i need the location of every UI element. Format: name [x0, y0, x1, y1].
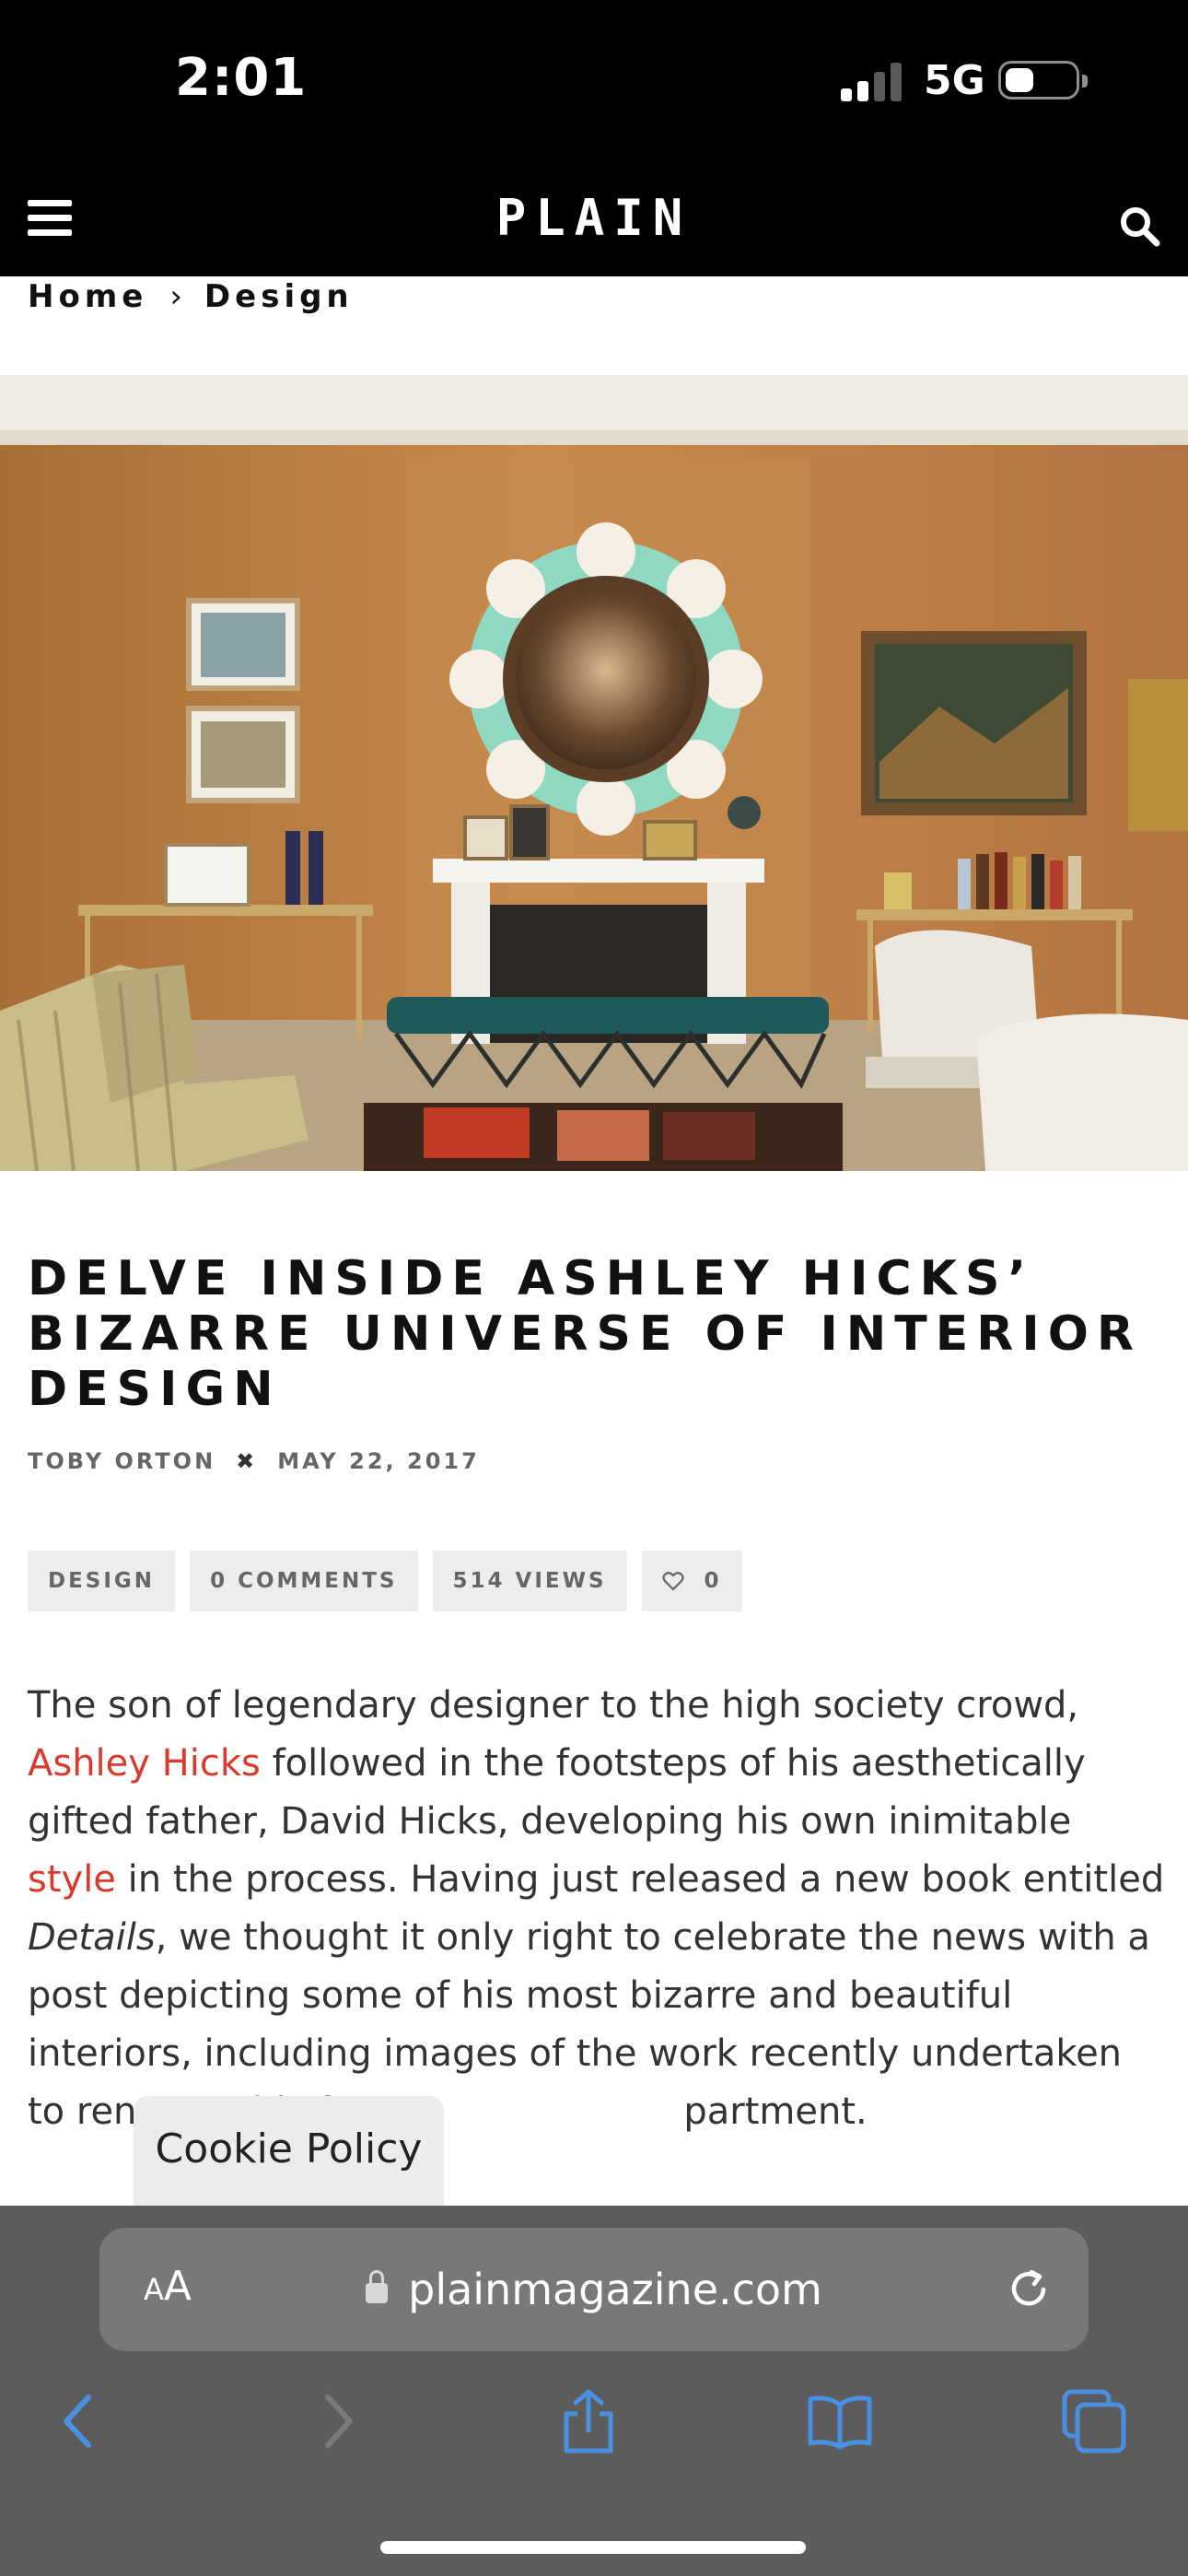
- article-title: DELVE INSIDE ASHLEY HICKS’ BIZARRE UNIVE…: [28, 1251, 1142, 1417]
- status-bar: 2:01 5G: [0, 0, 1188, 152]
- share-icon[interactable]: [555, 2388, 622, 2454]
- network-type: 5G: [924, 57, 985, 104]
- signal-strength-icon: [841, 61, 905, 101]
- article-body: The son of legendary designer to the hig…: [28, 1677, 1170, 2141]
- site-logo[interactable]: PLAIN: [0, 189, 1188, 247]
- ashley-hicks-link[interactable]: Ashley Hicks: [28, 1742, 261, 1785]
- status-time: 2:01: [175, 48, 308, 108]
- lock-icon: [366, 2269, 389, 2303]
- heart-icon: [661, 1572, 684, 1591]
- battery-icon: [998, 61, 1088, 100]
- comments-count[interactable]: 0 COMMENTS: [190, 1551, 418, 1611]
- like-button[interactable]: 0: [641, 1551, 742, 1611]
- breadcrumb-home[interactable]: Home: [28, 278, 147, 315]
- address-bar[interactable]: AA plainmagazine.com: [99, 2228, 1089, 2351]
- author-name[interactable]: TOBY ORTON: [28, 1448, 215, 1474]
- bookmarks-icon[interactable]: [807, 2388, 873, 2454]
- views-count: 514 VIEWS: [432, 1551, 627, 1611]
- breadcrumb: Home › Design: [28, 278, 354, 315]
- breadcrumb-design[interactable]: Design: [204, 278, 354, 315]
- home-indicator[interactable]: [380, 2541, 806, 2554]
- style-link[interactable]: style: [28, 1858, 116, 1901]
- search-icon[interactable]: [1118, 205, 1160, 247]
- reload-icon[interactable]: [1004, 2265, 1054, 2314]
- publish-date: MAY 22, 2017: [277, 1448, 480, 1474]
- body-text-3: in the process. Having just released a n…: [115, 1858, 1165, 1901]
- category-tag[interactable]: DESIGN: [28, 1551, 176, 1611]
- book-title: Details: [28, 1916, 156, 1959]
- url-display[interactable]: plainmagazine.com: [99, 2265, 1089, 2314]
- hero-image: [0, 375, 1188, 1171]
- url-text: plainmagazine.com: [408, 2265, 822, 2314]
- breadcrumb-separator: ›: [169, 278, 182, 315]
- meta-separator: ✖: [236, 1448, 258, 1474]
- body-text-1: The son of legendary designer to the hig…: [28, 1684, 1079, 1727]
- forward-icon[interactable]: [304, 2388, 370, 2454]
- cookie-policy-tab[interactable]: Cookie Policy: [134, 2096, 444, 2207]
- article-tags: DESIGN 0 COMMENTS 514 VIEWS 0: [28, 1551, 742, 1611]
- tabs-icon[interactable]: [1061, 2388, 1127, 2454]
- likes-count: 0: [704, 1569, 722, 1593]
- back-icon[interactable]: [46, 2388, 112, 2454]
- article-meta: TOBY ORTON ✖ MAY 22, 2017: [28, 1448, 480, 1474]
